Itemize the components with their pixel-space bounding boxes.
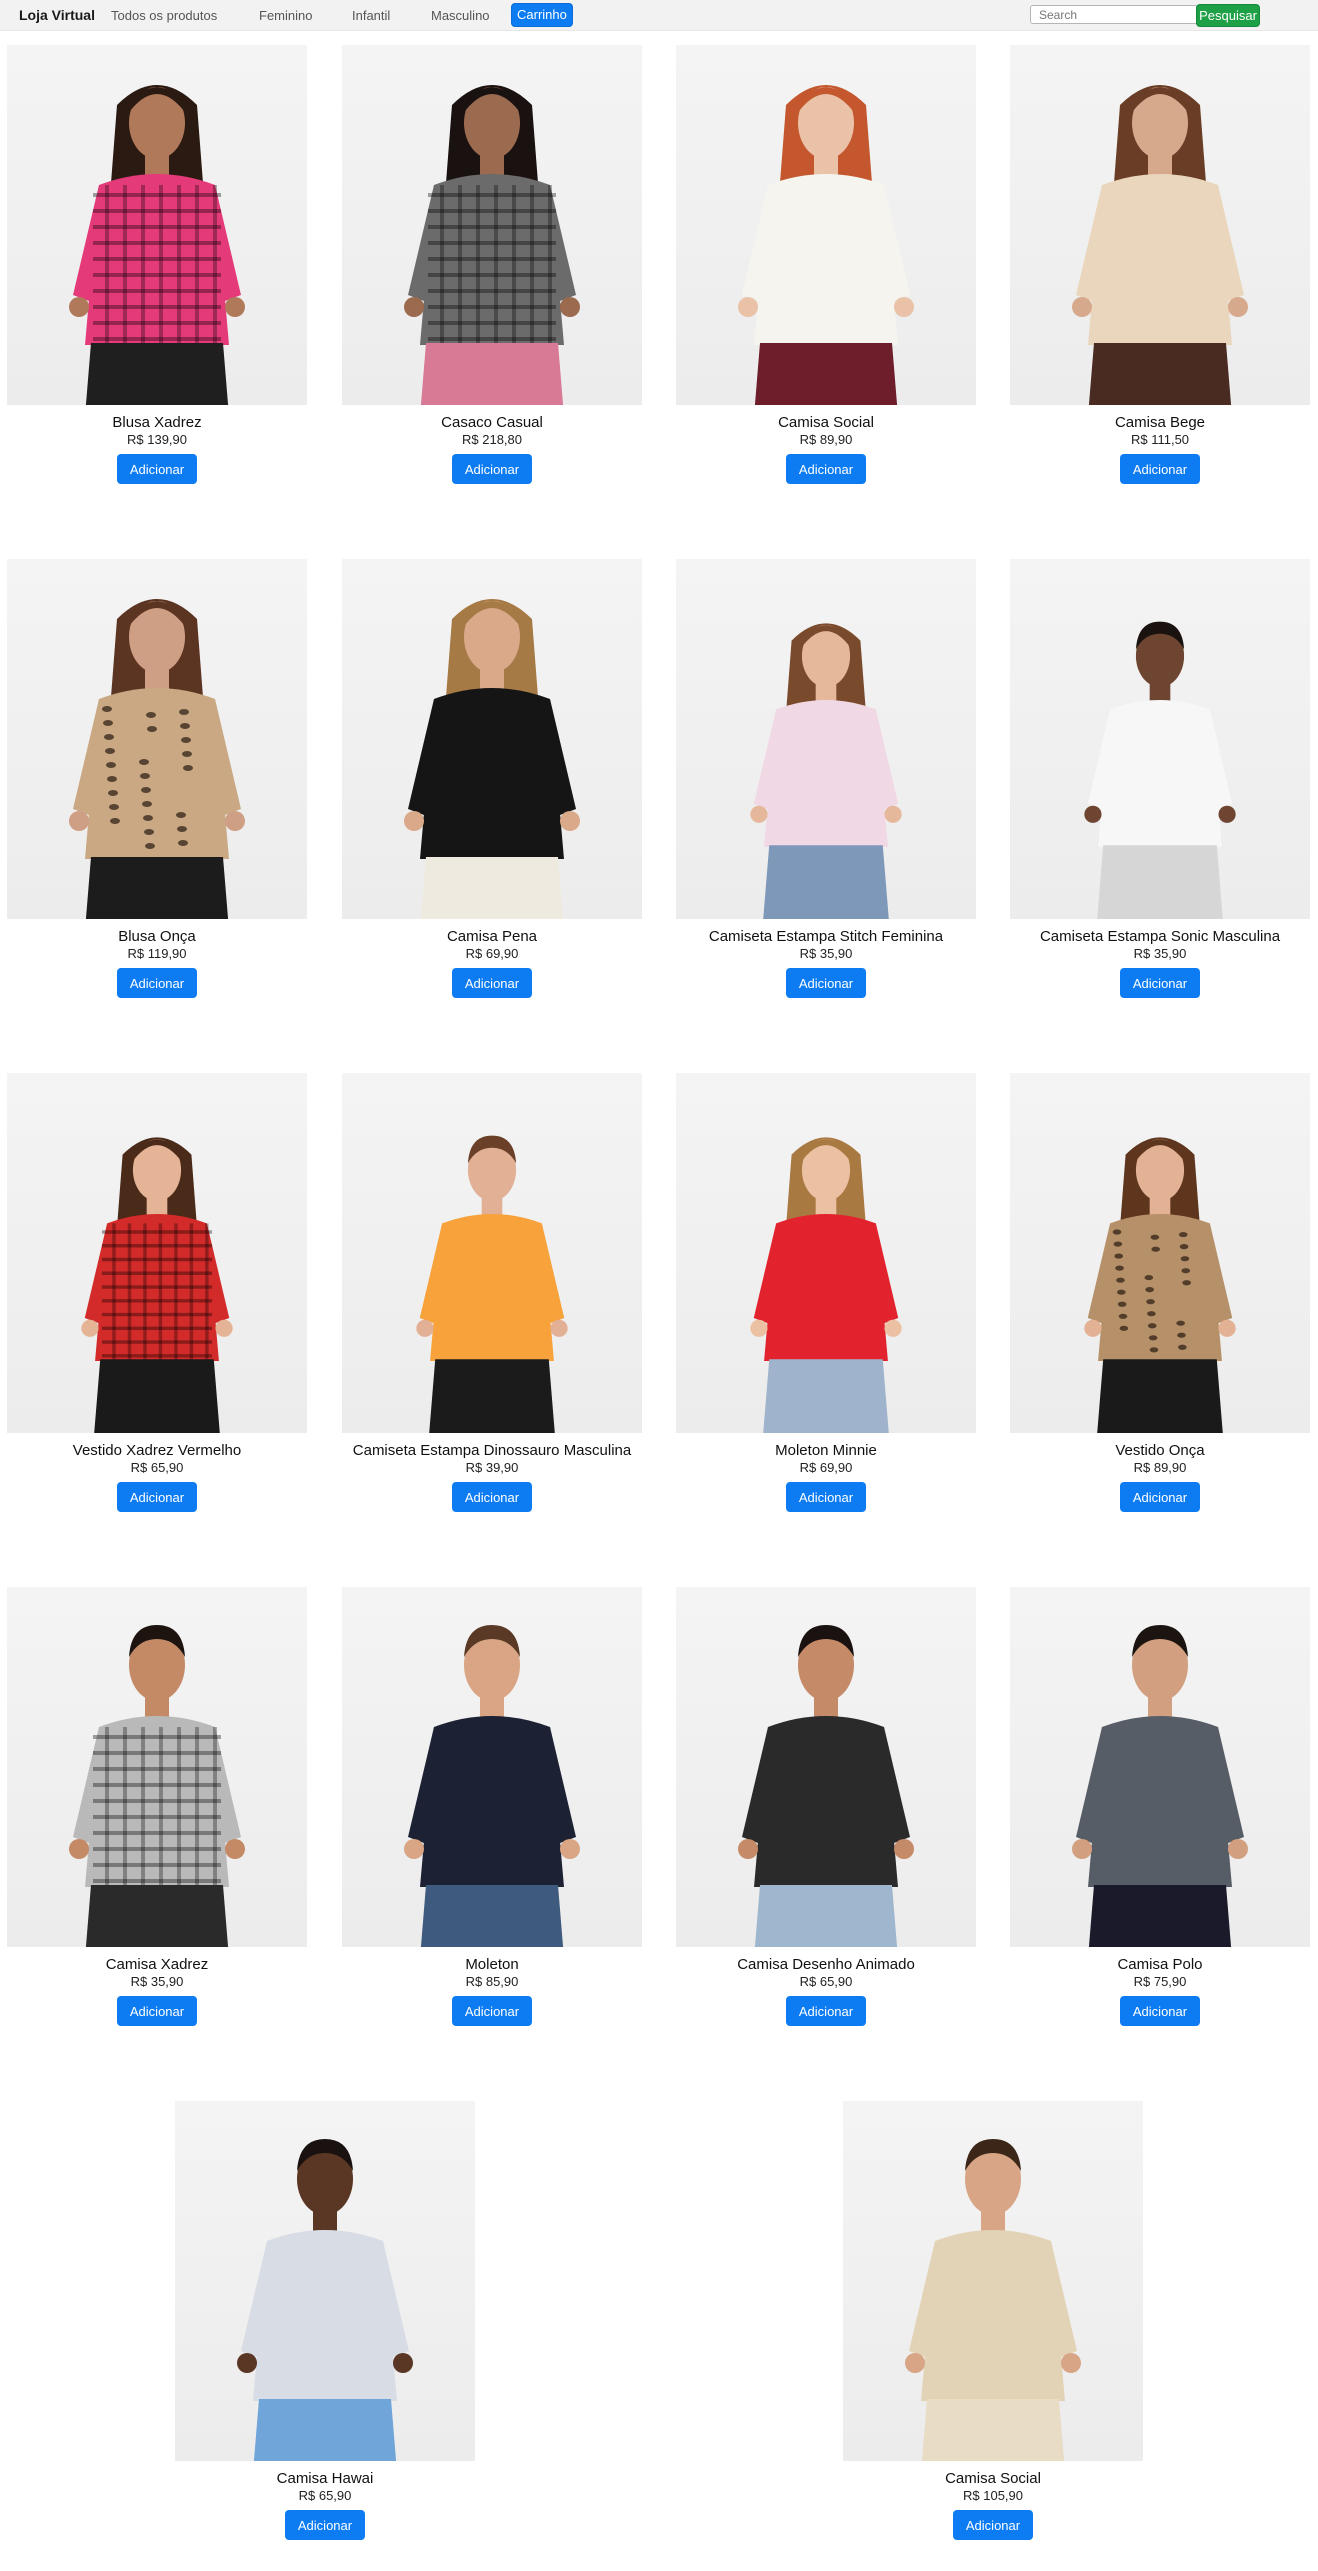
add-to-cart-button[interactable]: Adicionar — [1120, 1996, 1200, 2026]
add-to-cart-button[interactable]: Adicionar — [786, 1996, 866, 2026]
product-card: Camisa Desenho Animado R$ 65,90 Adicionar — [676, 1587, 976, 2057]
product-grid: Blusa Xadrez R$ 139,90 Adicionar Casaco Cas… — [0, 0, 1318, 2555]
product-name: Moleton — [465, 1956, 519, 1973]
product-price: R$ 35,90 — [1133, 946, 1187, 961]
product-price: R$ 85,90 — [465, 1974, 519, 1989]
product-card: Camisa Polo R$ 75,90 Adicionar — [1010, 1587, 1310, 2057]
add-to-cart-button[interactable]: Adicionar — [452, 454, 532, 484]
product-name: Camiseta Estampa Sonic Masculina — [1039, 928, 1281, 945]
product-card: Vestido Xadrez Vermelho R$ 65,90 Adicionar — [7, 1073, 307, 1543]
product-image[interactable] — [7, 1073, 307, 1433]
product-name: Blusa Onça — [118, 928, 196, 945]
product-price: R$ 75,90 — [1133, 1974, 1187, 1989]
product-name: Casaco Casual — [441, 414, 543, 431]
product-price: R$ 35,90 — [799, 946, 853, 961]
product-card: Vestido Onça R$ 89,90 Adicionar — [1010, 1073, 1310, 1543]
product-image[interactable] — [7, 559, 307, 919]
product-name: Camisa Social — [778, 414, 874, 431]
add-to-cart-button[interactable]: Adicionar — [786, 454, 866, 484]
product-name: Camiseta Estampa Dinossauro Masculina — [352, 1442, 632, 1459]
product-price: R$ 39,90 — [465, 1460, 519, 1475]
product-price: R$ 65,90 — [799, 1974, 853, 1989]
product-card: Camisa Hawai R$ 65,90 Adicionar — [175, 2101, 475, 2571]
product-name: Camisa Social — [945, 2470, 1041, 2487]
product-image[interactable] — [676, 1587, 976, 1947]
add-to-cart-button[interactable]: Adicionar — [452, 968, 532, 998]
product-image[interactable] — [342, 45, 642, 405]
product-image[interactable] — [175, 2101, 475, 2461]
product-price: R$ 69,90 — [465, 946, 519, 961]
add-to-cart-button[interactable]: Adicionar — [786, 1482, 866, 1512]
product-name: Camisa Xadrez — [105, 1956, 209, 1973]
product-name: Camisa Pena — [446, 928, 538, 945]
product-card: Camiseta Estampa Stitch Feminina R$ 35,90… — [676, 559, 976, 1029]
add-to-cart-button[interactable]: Adicionar — [786, 968, 866, 998]
add-to-cart-button[interactable]: Adicionar — [1120, 454, 1200, 484]
product-image[interactable] — [1010, 1073, 1310, 1433]
product-price: R$ 69,90 — [799, 1460, 853, 1475]
product-image[interactable] — [1010, 559, 1310, 919]
product-name: Camisa Bege — [1114, 414, 1206, 431]
product-price: R$ 89,90 — [799, 432, 853, 447]
product-card: Blusa Onça R$ 119,90 Adicionar — [7, 559, 307, 1029]
product-image[interactable] — [676, 1073, 976, 1433]
product-image[interactable] — [1010, 45, 1310, 405]
add-to-cart-button[interactable]: Adicionar — [117, 1482, 197, 1512]
add-to-cart-button[interactable]: Adicionar — [117, 454, 197, 484]
product-card: Camisa Pena R$ 69,90 Adicionar — [342, 559, 642, 1029]
product-card: Camiseta Estampa Sonic Masculina R$ 35,90… — [1010, 559, 1310, 1029]
product-name: Camisa Desenho Animado — [737, 1956, 915, 1973]
product-name: Camiseta Estampa Stitch Feminina — [708, 928, 944, 945]
product-price: R$ 218,80 — [462, 432, 522, 447]
product-image[interactable] — [342, 1587, 642, 1947]
product-image[interactable] — [342, 1073, 642, 1433]
product-name: Moleton Minnie — [775, 1442, 877, 1459]
product-image[interactable] — [1010, 1587, 1310, 1947]
product-image[interactable] — [843, 2101, 1143, 2461]
product-card: Camisa Social R$ 105,90 Adicionar — [843, 2101, 1143, 2571]
product-card: Blusa Xadrez R$ 139,90 Adicionar — [7, 45, 307, 515]
product-price: R$ 111,50 — [1130, 432, 1190, 447]
product-price: R$ 65,90 — [298, 2488, 352, 2503]
product-card: Moleton Minnie R$ 69,90 Adicionar — [676, 1073, 976, 1543]
product-card: Camisa Social R$ 89,90 Adicionar — [676, 45, 976, 515]
product-image[interactable] — [676, 45, 976, 405]
add-to-cart-button[interactable]: Adicionar — [1120, 968, 1200, 998]
add-to-cart-button[interactable]: Adicionar — [117, 1996, 197, 2026]
product-card: Camisa Xadrez R$ 35,90 Adicionar — [7, 1587, 307, 2057]
product-card: Camisa Bege R$ 111,50 Adicionar — [1010, 45, 1310, 515]
product-price: R$ 65,90 — [130, 1460, 184, 1475]
product-price: R$ 139,90 — [127, 432, 187, 447]
product-card: Casaco Casual R$ 218,80 Adicionar — [342, 45, 642, 515]
product-name: Vestido Xadrez Vermelho — [72, 1442, 242, 1459]
product-price: R$ 105,90 — [963, 2488, 1023, 2503]
product-image[interactable] — [676, 559, 976, 919]
product-card: Camiseta Estampa Dinossauro Masculina R$ … — [342, 1073, 642, 1543]
product-price: R$ 89,90 — [1133, 1460, 1187, 1475]
add-to-cart-button[interactable]: Adicionar — [452, 1482, 532, 1512]
product-card: Moleton R$ 85,90 Adicionar — [342, 1587, 642, 2057]
add-to-cart-button[interactable]: Adicionar — [1120, 1482, 1200, 1512]
product-name: Camisa Hawai — [276, 2470, 374, 2487]
product-name: Camisa Polo — [1117, 1956, 1203, 1973]
product-image[interactable] — [7, 45, 307, 405]
product-name: Blusa Xadrez — [112, 414, 202, 431]
product-price: R$ 35,90 — [130, 1974, 184, 1989]
product-image[interactable] — [7, 1587, 307, 1947]
product-name: Vestido Onça — [1115, 1442, 1205, 1459]
add-to-cart-button[interactable]: Adicionar — [452, 1996, 532, 2026]
add-to-cart-button[interactable]: Adicionar — [953, 2510, 1033, 2540]
product-price: R$ 119,90 — [127, 946, 187, 961]
add-to-cart-button[interactable]: Adicionar — [285, 2510, 365, 2540]
product-image[interactable] — [342, 559, 642, 919]
add-to-cart-button[interactable]: Adicionar — [117, 968, 197, 998]
